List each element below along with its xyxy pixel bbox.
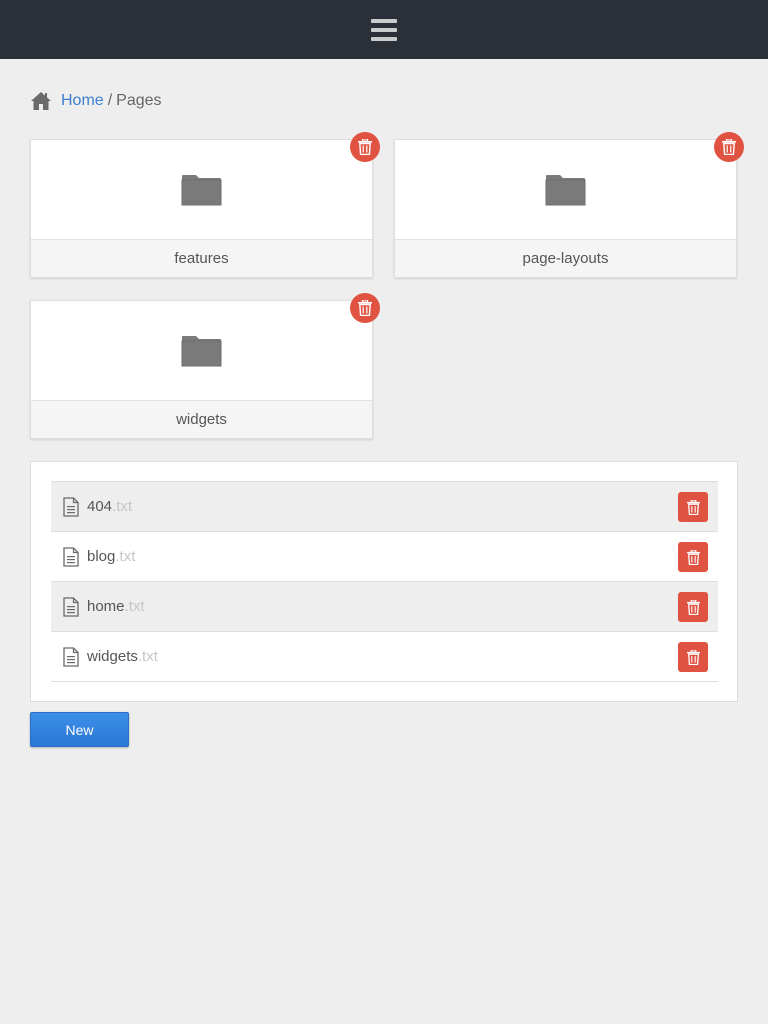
file-name[interactable]: blog xyxy=(87,548,115,565)
folder-icon-area[interactable] xyxy=(395,140,736,239)
file-name[interactable]: 404 xyxy=(87,498,112,515)
home-icon[interactable] xyxy=(30,91,52,111)
delete-folder-button[interactable] xyxy=(350,293,380,323)
delete-file-button[interactable] xyxy=(678,542,708,572)
delete-file-button[interactable] xyxy=(678,642,708,672)
folder-card-page-layouts[interactable]: page-layouts xyxy=(394,139,737,278)
folder-icon-area[interactable] xyxy=(31,301,372,400)
hamburger-menu-icon[interactable] xyxy=(371,18,397,41)
trash-icon xyxy=(686,549,700,565)
trash-icon xyxy=(722,139,736,155)
file-text-icon xyxy=(63,596,79,617)
trash-icon xyxy=(686,599,700,615)
top-navbar xyxy=(0,0,768,59)
delete-folder-button[interactable] xyxy=(714,132,744,162)
trash-icon xyxy=(358,300,372,316)
folder-icon xyxy=(545,174,586,205)
file-list-panel: 404 .txt blog .txt home .txt widgets .tx… xyxy=(30,461,738,702)
file-extension: .txt xyxy=(124,598,145,615)
file-extension: .txt xyxy=(137,648,158,665)
file-text-icon xyxy=(63,546,79,567)
file-text-icon xyxy=(63,646,79,667)
folder-label[interactable]: features xyxy=(31,239,372,277)
breadcrumb-separator: / xyxy=(107,92,113,109)
file-row[interactable]: home .txt xyxy=(51,582,718,632)
folder-card-features[interactable]: features xyxy=(30,139,373,278)
folder-icon xyxy=(181,174,222,205)
folder-icon xyxy=(181,335,222,366)
trash-icon xyxy=(686,499,700,515)
file-row[interactable]: 404 .txt xyxy=(51,482,718,532)
folder-icon-area[interactable] xyxy=(31,140,372,239)
file-row[interactable]: blog .txt xyxy=(51,532,718,582)
new-button[interactable]: New xyxy=(30,712,129,747)
file-name[interactable]: home xyxy=(87,598,125,615)
file-name[interactable]: widgets xyxy=(87,648,138,665)
file-row[interactable]: widgets .txt xyxy=(51,632,718,682)
trash-icon xyxy=(686,649,700,665)
file-extension: .txt xyxy=(115,548,136,565)
folder-card-widgets[interactable]: widgets xyxy=(30,300,373,439)
delete-file-button[interactable] xyxy=(678,592,708,622)
breadcrumb-current: Pages xyxy=(116,92,162,109)
breadcrumb: Home / Pages xyxy=(30,88,162,114)
folder-label[interactable]: widgets xyxy=(31,400,372,438)
file-extension: .txt xyxy=(112,498,133,515)
delete-file-button[interactable] xyxy=(678,492,708,522)
file-list: 404 .txt blog .txt home .txt widgets .tx… xyxy=(51,481,718,682)
folder-label[interactable]: page-layouts xyxy=(395,239,736,277)
file-text-icon xyxy=(63,496,79,517)
trash-icon xyxy=(358,139,372,155)
delete-folder-button[interactable] xyxy=(350,132,380,162)
breadcrumb-home-link[interactable]: Home xyxy=(61,92,104,110)
